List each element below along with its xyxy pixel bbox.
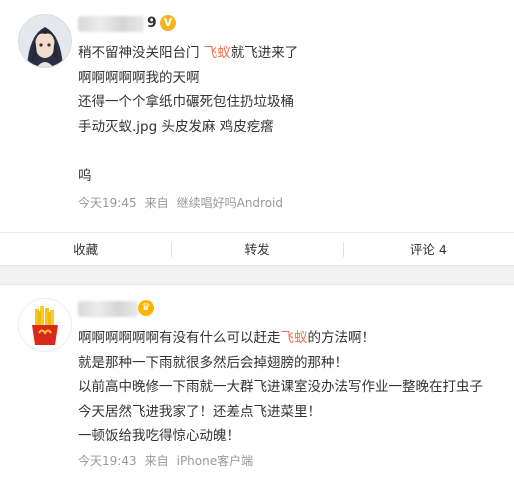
verified-badge-icon: V: [160, 15, 176, 31]
post-line: 手动灭蚁.jpg 头皮发麻 鸡皮疙瘩: [78, 118, 274, 135]
comment-button[interactable]: 评论 4: [342, 233, 514, 266]
comment-body: 啊啊啊啊啊啊有没有什么可以赶走飞蚁的方法啊！ 就是那种一下雨就很多然后会掉翅膀的…: [78, 326, 483, 449]
from-label: 来自: [144, 196, 169, 210]
post-line: 稍不留神没关阳台门 飞蚁就飞进来了: [78, 45, 299, 61]
post-line: 还得一个个拿纸巾碾死包住扔垃圾桶: [78, 94, 294, 110]
comment-source[interactable]: iPhone客户端: [177, 454, 254, 468]
fries-avatar-icon: [19, 299, 71, 351]
comment-meta: 今天19:43 来自 iPhone客户端: [78, 452, 253, 469]
highlight-link[interactable]: 飞蚁: [204, 45, 231, 61]
post-line: 呜: [78, 167, 92, 184]
comment-line: 就是那种一下雨就很多然后会掉翅膀的那种！: [78, 354, 348, 371]
post-time[interactable]: 今天19:45: [78, 196, 137, 210]
post-actions: 收藏 转发 评论 4: [0, 232, 514, 266]
comment-line: 以前高中晚修一下雨就一大群飞进课室没办法写作业一整晚在打虫子: [78, 379, 483, 395]
avatar[interactable]: [18, 298, 72, 352]
post-source[interactable]: 继续唱好吗Android: [177, 196, 283, 210]
from-label: 来自: [144, 454, 169, 468]
anime-avatar-icon: [19, 15, 71, 67]
crown-icon: ♛: [138, 300, 154, 316]
author-name-suffix[interactable]: 9: [147, 15, 157, 31]
post-line: [78, 139, 298, 164]
highlight-link[interactable]: 飞蚁: [281, 330, 308, 346]
comment-line: 一顿饭给我吃得惊心动魄！: [78, 428, 240, 444]
post-meta: 今天19:45 来自 继续唱好吗Android: [78, 194, 283, 211]
repost-button[interactable]: 转发: [171, 233, 342, 266]
post-card: 9 V 稍不留神没关阳台门 飞蚁就飞进来了 啊啊啊啊啊我的天啊 还得一个个拿纸巾…: [0, 0, 514, 266]
author-name-redacted[interactable]: [78, 16, 144, 32]
comment-line: 今天居然飞进我家了！还差点飞进菜里！: [78, 403, 321, 420]
post-line: 啊啊啊啊啊我的天啊: [78, 69, 200, 86]
post-body: 稍不留神没关阳台门 飞蚁就飞进来了 啊啊啊啊啊我的天啊 还得一个个拿纸巾碾死包住…: [78, 41, 298, 188]
collect-button[interactable]: 收藏: [0, 233, 171, 266]
commenter-name-redacted[interactable]: [78, 301, 138, 317]
comment-line: 啊啊啊啊啊啊有没有什么可以赶走飞蚁的方法啊！: [78, 330, 375, 346]
comment-time[interactable]: 今天19:43: [78, 454, 137, 468]
avatar[interactable]: [18, 14, 72, 68]
